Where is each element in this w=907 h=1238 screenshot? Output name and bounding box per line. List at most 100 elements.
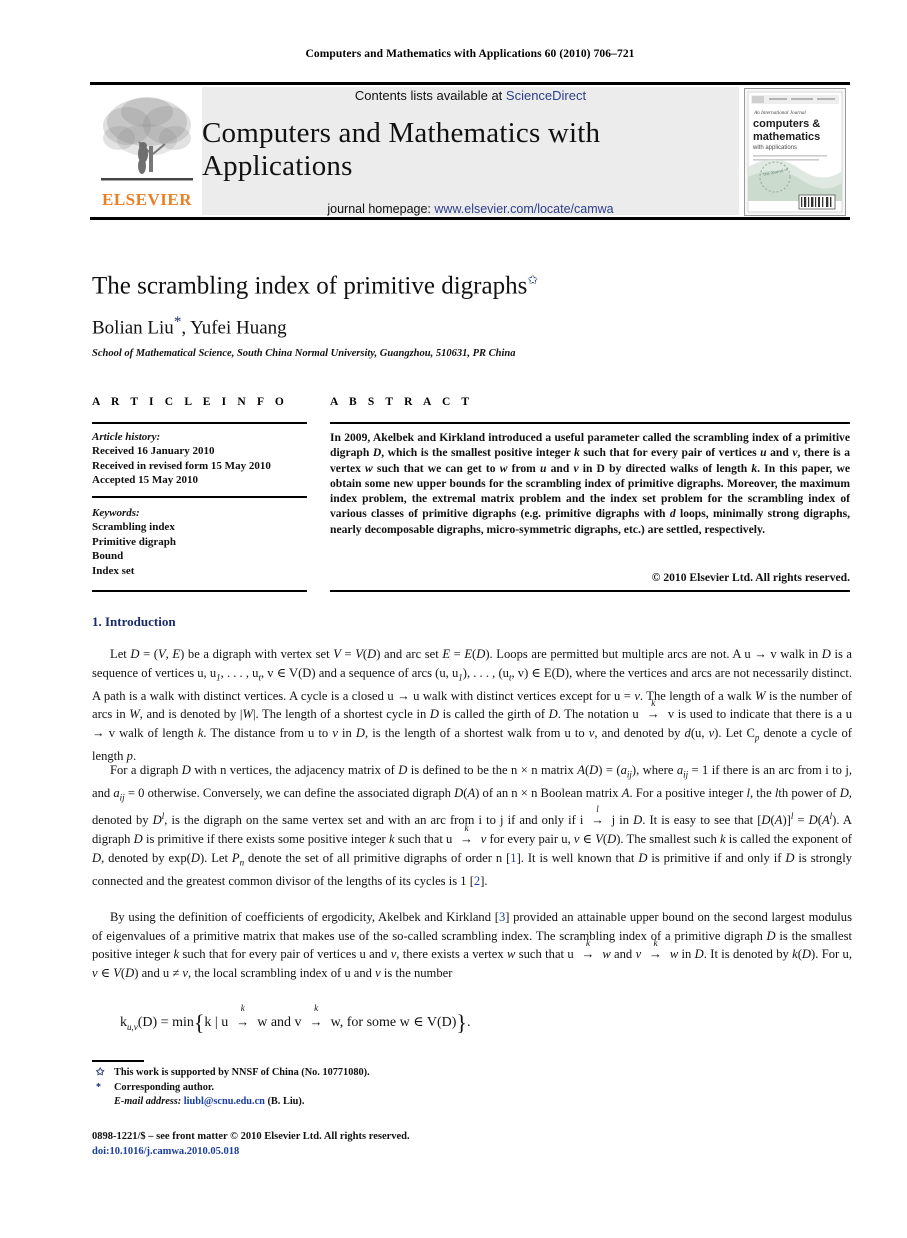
title-text: The scrambling index of primitive digrap… — [92, 272, 528, 300]
elsevier-wordmark: ELSEVIER — [102, 190, 192, 209]
email-owner: (B. Liu). — [267, 1096, 305, 1107]
abstract-seg: in D by directed walks of length — [578, 461, 752, 475]
footnote-marker-asterisk: * — [96, 1081, 101, 1093]
abstract-seg: such that for every pair of vertices — [579, 446, 761, 460]
paper-page: Computers and Mathematics with Applicati… — [0, 0, 907, 1238]
footnote-marker-star: ✩ — [96, 1067, 105, 1078]
citation-link[interactable]: 3 — [499, 910, 505, 924]
email-link[interactable]: liubl@scnu.edu.cn — [184, 1096, 265, 1107]
l-arrow-icon: l → — [591, 804, 604, 828]
running-head: Computers and Mathematics with Applicati… — [305, 48, 635, 60]
abstract-seg: and — [766, 446, 793, 460]
citation-link[interactable]: 1 — [510, 851, 516, 865]
p1-seg: , and denoted by — [594, 725, 685, 740]
p1-seg: , v ∈ V(D) and a sequence of arcs (u, u — [260, 665, 459, 680]
footnote-funding: ✩ This work is supported by NNSF of China… — [92, 1066, 592, 1081]
email-label: E-mail address: — [114, 1096, 182, 1107]
keyword-item: Scrambling index — [92, 521, 175, 534]
p1-seg: , and is denoted by | — [139, 707, 243, 722]
history-received: Received 16 January 2010 — [92, 445, 215, 458]
masthead-top-rule — [90, 82, 850, 85]
journal-cover-thumbnail: An International Journal computers & mat… — [744, 88, 846, 216]
section-heading-introduction: 1. Introduction — [92, 614, 176, 629]
p1-seg: ), . . . , (u — [462, 665, 509, 680]
keywords-block: Keywords: Scrambling index Primitive dig… — [92, 506, 312, 578]
page-title: The scrambling index of primitive digrap… — [92, 272, 852, 300]
abstract-rule-bottom — [330, 590, 850, 592]
journal-homepage-line: journal homepage: www.elsevier.com/locat… — [327, 202, 613, 216]
p1-seg: . The notation u — [557, 707, 643, 722]
keyword-item: Primitive digraph — [92, 535, 177, 548]
svg-text:computers &: computers & — [753, 118, 820, 130]
page-footer: 0898-1221/$ – see front matter © 2010 El… — [92, 1130, 692, 1159]
sciencedirect-link[interactable]: ScienceDirect — [506, 88, 586, 103]
cover-artwork-icon: An International Journal computers & mat… — [745, 89, 845, 215]
p1-seg: is called the girth of — [438, 707, 549, 722]
equation-lhs-rest: (D) = min — [137, 1015, 194, 1030]
displayed-equation: ku,v(D) = min{k | u k → w and v k → w, for… — [120, 1003, 471, 1035]
masthead-bottom-rule — [90, 217, 850, 220]
svg-text:with applications: with applications — [752, 145, 797, 151]
equation-lhs-subscript: u,v — [127, 1021, 138, 1032]
p1-seg: . Loops are permitted but multiple arcs … — [489, 647, 822, 661]
author-list: Bolian Liu*, Yufei Huang — [92, 314, 852, 339]
equation-body-a: k | u — [204, 1015, 232, 1030]
p1-seg: and arc set — [380, 647, 443, 661]
footnote-email: E-mail address: liubl@scnu.edu.cn (B. Li… — [92, 1095, 592, 1110]
k-arrow-icon: k → — [646, 698, 660, 722]
elsevier-logo: ELSEVIER — [96, 92, 198, 212]
p1-seg: . The distance from u to — [203, 725, 333, 740]
footnote-corresponding: * Corresponding author. — [92, 1081, 592, 1096]
author-rest: , Yufei Huang — [181, 317, 287, 339]
abstract-heading: A B S T R A C T — [330, 396, 474, 408]
p1-seg: (u, — [690, 725, 709, 740]
keyword-item: Index set — [92, 564, 135, 577]
title-footnote-marker[interactable]: ✩ — [527, 272, 538, 287]
doi-link[interactable]: doi:10.1016/j.camwa.2010.05.018 — [92, 1145, 692, 1160]
svg-text:An International Journal: An International Journal — [753, 110, 806, 116]
footnote-rule — [92, 1060, 144, 1062]
p1-seg: Let — [110, 647, 131, 661]
article-history-block: Article history: Received 16 January 201… — [92, 430, 312, 488]
article-info-heading: A R T I C L E I N F O — [92, 396, 288, 408]
homepage-prefix: journal homepage: — [327, 202, 435, 216]
contents-prefix: Contents lists available at — [354, 88, 506, 103]
info-rule-bottom — [92, 590, 307, 592]
p1-seg: ). Let C — [714, 725, 755, 740]
abstract-copyright: © 2010 Elsevier Ltd. All rights reserved… — [651, 571, 850, 584]
equation-body-b: w and v — [253, 1015, 306, 1030]
intro-paragraph-3: By using the definition of coefficients … — [92, 910, 852, 980]
journal-title: Computers and Mathematics with Applicati… — [202, 117, 601, 182]
k-arrow-icon: k → — [460, 823, 474, 846]
author-affiliation: School of Mathematical Science, South Ch… — [92, 348, 516, 359]
intro-paragraph-1: Let D = (V, E) be a digraph with vertex … — [92, 647, 853, 763]
article-history-label: Article history: — [92, 431, 161, 443]
footnote-funding-text: This work is supported by NNSF of China … — [114, 1067, 370, 1078]
abstract-text: In 2009, Akelbek and Kirkland introduced… — [330, 431, 850, 536]
abstract-seg: such that we can get to — [372, 461, 500, 475]
history-revised: Received in revised form 15 May 2010 — [92, 459, 271, 472]
journal-homepage-link[interactable]: www.elsevier.com/locate/camwa — [434, 202, 613, 216]
keyword-item: Bound — [92, 550, 124, 563]
citation-link[interactable]: 2 — [474, 874, 480, 888]
footnote-block: ✩ This work is supported by NNSF of China… — [92, 1066, 592, 1110]
elsevier-tree-icon — [101, 97, 193, 181]
abstract-rule-top — [330, 422, 850, 424]
p1-seg: , is the length of a shortest walk from … — [365, 725, 589, 740]
footnote-corresponding-text: Corresponding author. — [114, 1081, 215, 1093]
k-arrow-icon: k → — [309, 1003, 323, 1029]
p1-seg: be a digraph with vertex set — [184, 647, 334, 661]
abstract-seg: , which is the smallest positive integer — [381, 446, 575, 460]
abstract-seg: and — [546, 461, 574, 475]
k-arrow-icon: k → — [581, 938, 595, 962]
intro-paragraph-2: For a digraph D with n vertices, the adj… — [92, 763, 853, 888]
journal-masthead: ELSEVIER Contents lists available at Sci… — [90, 82, 850, 220]
masthead-panel: Contents lists available at ScienceDirec… — [202, 87, 739, 216]
contents-available-line: Contents lists available at ScienceDirec… — [355, 88, 586, 103]
k-arrow-icon: k → — [648, 938, 662, 962]
equation-lhs: k — [120, 1015, 127, 1030]
p1-seg: |. The length of a shortest cycle in — [252, 707, 430, 722]
info-rule-middle — [92, 496, 307, 498]
history-accepted: Accepted 15 May 2010 — [92, 474, 199, 487]
info-rule-top — [92, 422, 307, 424]
